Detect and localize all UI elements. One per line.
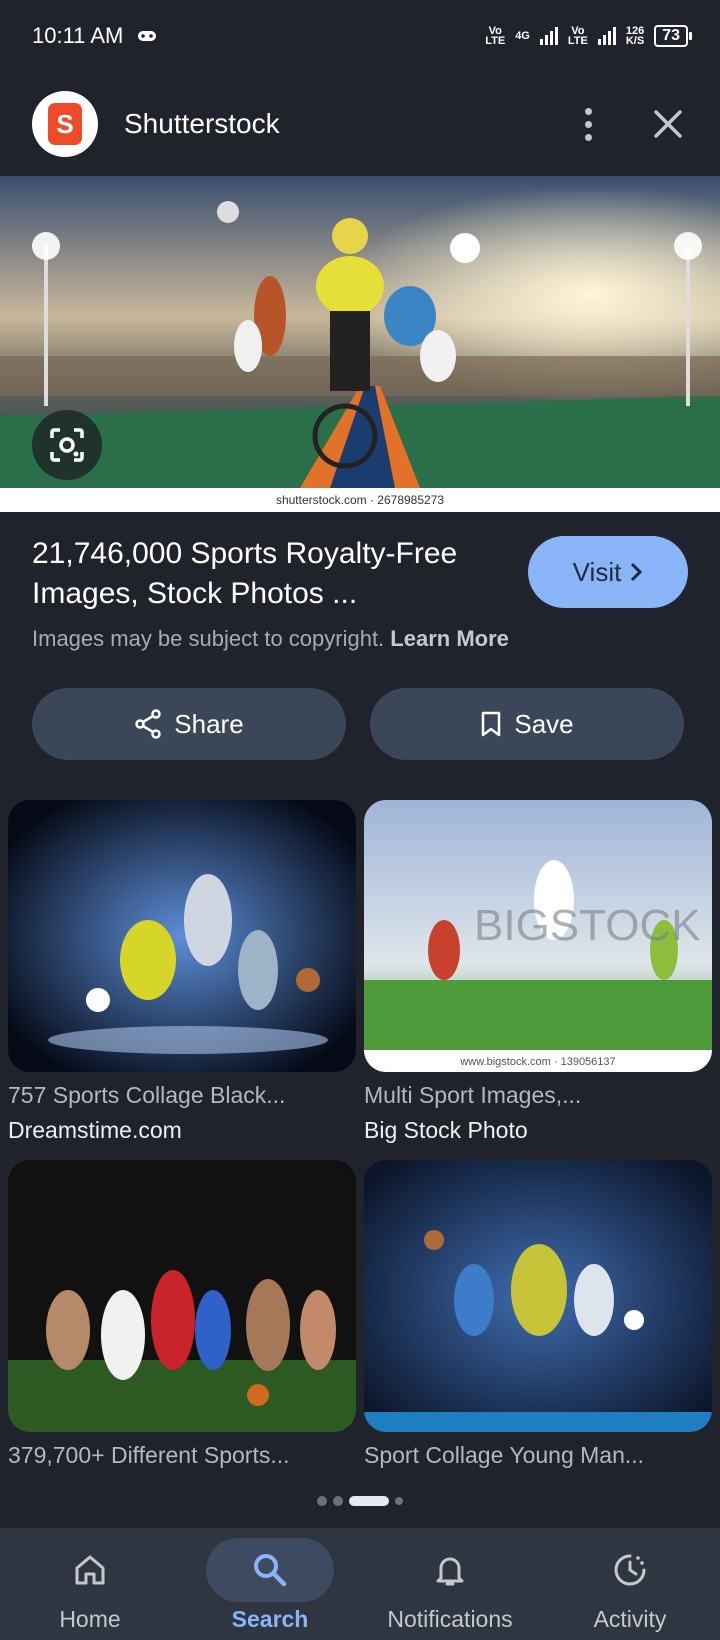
related-title: 379,700+ Different Sports... (8, 1442, 290, 1468)
page-dot (395, 1497, 403, 1505)
chevron-right-icon (631, 562, 643, 582)
close-icon[interactable] (648, 104, 688, 144)
nav-search[interactable]: Search (180, 1528, 360, 1640)
page-dot (317, 1496, 327, 1506)
main-image[interactable]: shutterstock.com · 2678985273 (0, 176, 720, 512)
signal-icon-2 (597, 27, 616, 45)
related-title: 757 Sports Collage Black... (8, 1082, 286, 1108)
result-info: 21,746,000 Sports Royalty-Free Images, S… (32, 534, 688, 652)
game-controller-icon (138, 31, 157, 41)
status-time: 10:11 AM (32, 23, 124, 48)
related-card[interactable]: BIGSTOCK www.bigstock.com · 139056137 Mu… (364, 800, 712, 1144)
share-label: Share (174, 708, 244, 739)
page-dot-active (349, 1496, 389, 1506)
nav-search-label: Search (231, 1606, 309, 1632)
related-thumbnail (364, 1160, 712, 1432)
related-card[interactable]: 757 Sports Collage Black... Dreamstime.c… (8, 800, 356, 1144)
google-lens-button[interactable] (32, 410, 102, 480)
svg-text:www.bigstock.com · 139056137: www.bigstock.com · 139056137 (459, 1056, 615, 1068)
bell-icon (436, 1557, 464, 1586)
share-button[interactable]: Share (32, 688, 346, 760)
learn-more-link[interactable]: Learn More (390, 626, 509, 651)
bookmark-icon (482, 711, 501, 737)
search-icon (254, 1554, 287, 1587)
visit-label: Visit (572, 556, 622, 587)
related-source: Dreamstime.com (8, 1117, 182, 1143)
nav-home[interactable]: Home (0, 1528, 180, 1640)
nav-notifications[interactable]: Notifications (360, 1528, 540, 1640)
home-icon (75, 1555, 105, 1585)
bottom-navigation: Home Search Notifications Activity (0, 1528, 720, 1640)
network-speed: 126 K/S (625, 25, 645, 47)
network-4g-indicator: 4G (515, 30, 530, 42)
status-bar: 10:11 AM Vo LTE 4G Vo LTE 126 K/S 73 (0, 0, 720, 72)
action-buttons: Share Save (32, 688, 684, 760)
page-indicator (0, 1496, 720, 1506)
copyright-text: Images may be subject to copyright. (32, 626, 385, 651)
nav-activity-label: Activity (593, 1606, 667, 1632)
copyright-notice: Images may be subject to copyright. Lear… (32, 626, 688, 652)
related-thumbnail: BIGSTOCK www.bigstock.com · 139056137 (364, 800, 712, 1072)
related-title: Multi Sport Images,... (364, 1082, 582, 1108)
related-card[interactable]: 379,700+ Different Sports... (8, 1160, 356, 1469)
lens-icon (50, 428, 84, 462)
related-card[interactable]: Sport Collage Young Man... (364, 1160, 712, 1469)
save-label: Save (514, 708, 574, 739)
site-logo[interactable]: S (32, 91, 98, 157)
more-options-icon[interactable] (568, 99, 608, 149)
volte-indicator-2: Vo LTE (567, 25, 588, 47)
source-header: S Shutterstock (0, 84, 720, 164)
related-thumbnail (8, 800, 356, 1072)
sports-collage-image (0, 176, 720, 488)
nav-notifications-label: Notifications (387, 1606, 513, 1632)
battery-indicator: 73 (654, 25, 692, 47)
page-dot (333, 1496, 343, 1506)
svg-text:BIGSTOCK: BIGSTOCK (474, 901, 701, 950)
signal-icon (539, 27, 558, 45)
volte-indicator: Vo LTE (485, 25, 506, 47)
related-title: Sport Collage Young Man... (364, 1442, 645, 1468)
save-button[interactable]: Save (370, 688, 684, 760)
nav-activity[interactable]: Activity (540, 1528, 720, 1640)
site-name[interactable]: Shutterstock (124, 108, 568, 140)
nav-home-label: Home (59, 1606, 121, 1632)
visit-button[interactable]: Visit (528, 536, 688, 608)
related-thumbnail (8, 1160, 356, 1432)
image-caption: shutterstock.com · 2678985273 (275, 493, 445, 507)
result-title[interactable]: 21,746,000 Sports Royalty-Free Images, S… (32, 534, 472, 614)
activity-icon (614, 1554, 646, 1586)
shutterstock-logo-icon: S (48, 103, 82, 145)
share-icon (135, 709, 162, 739)
related-source: Big Stock Photo (364, 1117, 528, 1143)
